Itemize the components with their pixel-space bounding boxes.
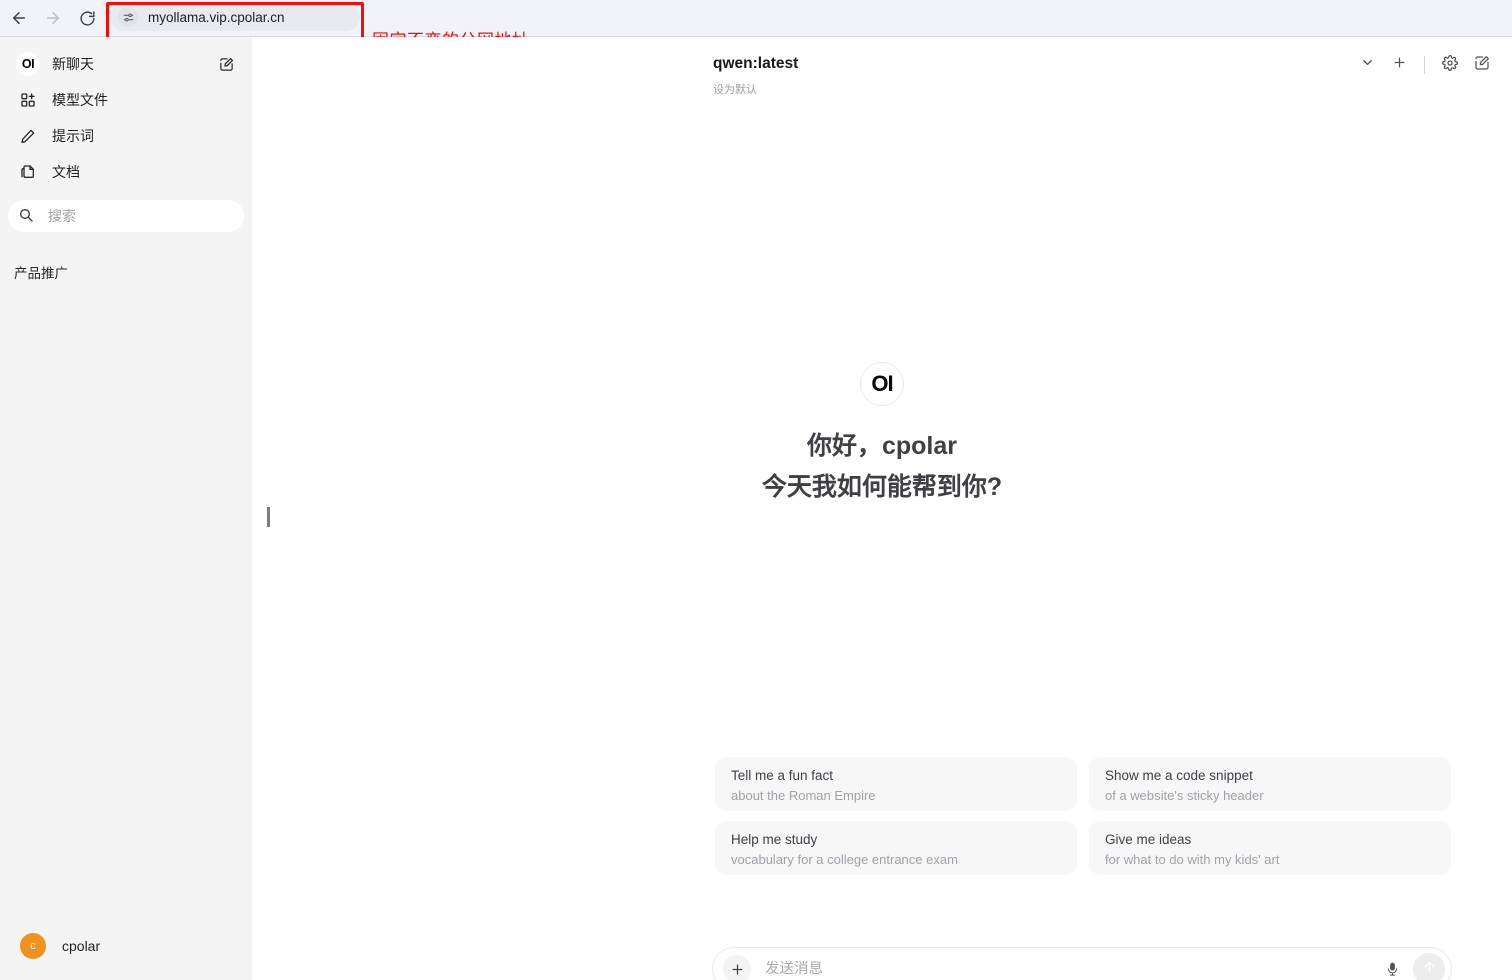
url-text[interactable]: myollama.vip.cpolar.cn xyxy=(148,10,285,25)
greeting-line-2: 今天我如何能帮到你? xyxy=(761,473,1003,501)
documents-copy-icon xyxy=(16,160,40,184)
sidebar-item-label: 文档 xyxy=(52,164,80,180)
suggestion-card[interactable]: Tell me a fun fact about the Roman Empir… xyxy=(715,757,1077,811)
suggestion-card[interactable]: Help me study vocabulary for a college e… xyxy=(715,821,1077,875)
sidebar-search xyxy=(0,190,252,232)
reload-icon xyxy=(79,10,96,27)
back-button[interactable] xyxy=(4,3,34,33)
suggestion-card[interactable]: Give me ideas for what to do with my kid… xyxy=(1089,821,1451,875)
text-caret-artifact xyxy=(267,507,270,527)
chevron-down-icon xyxy=(1360,55,1375,75)
suggestion-subtitle: about the Roman Empire xyxy=(731,787,876,803)
sidebar: OI 新聊天 模型文件 提示词 文档 搜索 产品推广 c cpolar xyxy=(0,37,252,980)
send-button[interactable] xyxy=(1413,953,1445,980)
model-selector-button[interactable] xyxy=(1353,51,1381,79)
settings-button[interactable] xyxy=(1436,51,1464,79)
new-chat-button[interactable] xyxy=(1468,51,1496,79)
arrow-right-icon xyxy=(44,9,62,27)
header-actions xyxy=(1353,51,1496,79)
site-settings-sliders-icon[interactable] xyxy=(118,7,138,27)
chat-area: qwen:latest 设为默认 OI 你好，cpolar 今天我如何能帮到你?… xyxy=(252,37,1512,980)
suggestion-title: Help me study xyxy=(731,832,818,847)
sidebar-user-menu[interactable]: c cpolar xyxy=(8,920,244,972)
suggestion-subtitle: for what to do with my kids' art xyxy=(1105,851,1280,867)
suggestion-grid: Tell me a fun fact about the Roman Empir… xyxy=(715,757,1451,875)
sidebar-section-label: 产品推广 xyxy=(14,266,68,281)
modelfiles-blocks-icon xyxy=(16,88,40,112)
browser-toolbar: myollama.vip.cpolar.cn xyxy=(0,0,1512,36)
sidebar-item-label: 提示词 xyxy=(52,128,94,144)
suggestion-subtitle: vocabulary for a college entrance exam xyxy=(731,851,958,867)
message-input[interactable] xyxy=(765,961,1379,977)
forward-button[interactable] xyxy=(38,3,68,33)
new-chat-pencil-square-icon[interactable] xyxy=(216,54,236,74)
send-arrow-up-icon xyxy=(1421,958,1438,980)
suggestion-subtitle: of a website's sticky header xyxy=(1105,787,1264,803)
browser-window: myollama.vip.cpolar.cn 固定不变的公网地址 OI 新聊天 … xyxy=(0,0,1512,980)
reload-button[interactable] xyxy=(72,3,102,33)
omnibox[interactable]: myollama.vip.cpolar.cn xyxy=(110,3,360,31)
sidebar-item-new-chat[interactable]: OI 新聊天 xyxy=(8,46,244,82)
pencil-icon xyxy=(16,124,40,148)
attach-plus-button[interactable] xyxy=(723,955,751,980)
greeting-block: OI 你好，cpolar 今天我如何能帮到你? xyxy=(252,362,1512,503)
search-magnifier-icon xyxy=(18,207,36,225)
openwebui-logo-icon: OI xyxy=(16,52,40,76)
set-as-default-label[interactable]: 设为默认 xyxy=(713,81,757,97)
sidebar-item-label: 模型文件 xyxy=(52,92,108,108)
plus-icon xyxy=(1392,55,1407,75)
avatar: c xyxy=(20,933,46,959)
gear-icon xyxy=(1442,54,1458,76)
greeting-line-1: 你好，cpolar xyxy=(806,432,958,460)
suggestion-title: Give me ideas xyxy=(1105,832,1192,847)
sidebar-item-label: 新聊天 xyxy=(52,56,94,72)
message-composer xyxy=(712,947,1452,980)
user-name: cpolar xyxy=(62,938,101,954)
openwebui-logo-icon: OI xyxy=(860,362,904,406)
arrow-left-icon xyxy=(10,9,28,27)
new-chat-pencil-square-icon xyxy=(1474,55,1490,76)
suggestion-title: Show me a code snippet xyxy=(1105,768,1253,783)
sidebar-item-documents[interactable]: 文档 xyxy=(8,154,244,190)
header-divider xyxy=(1424,56,1425,74)
add-model-button[interactable] xyxy=(1385,51,1413,79)
model-name[interactable]: qwen:latest xyxy=(713,55,798,73)
sidebar-item-prompts[interactable]: 提示词 xyxy=(8,118,244,154)
suggestion-card[interactable]: Show me a code snippet of a website's st… xyxy=(1089,757,1451,811)
microphone-icon[interactable] xyxy=(1379,956,1405,980)
search-input[interactable] xyxy=(48,208,218,224)
chat-header: qwen:latest 设为默认 xyxy=(252,37,1512,96)
suggestion-title: Tell me a fun fact xyxy=(731,768,834,783)
sidebar-item-modelfiles[interactable]: 模型文件 xyxy=(8,82,244,118)
